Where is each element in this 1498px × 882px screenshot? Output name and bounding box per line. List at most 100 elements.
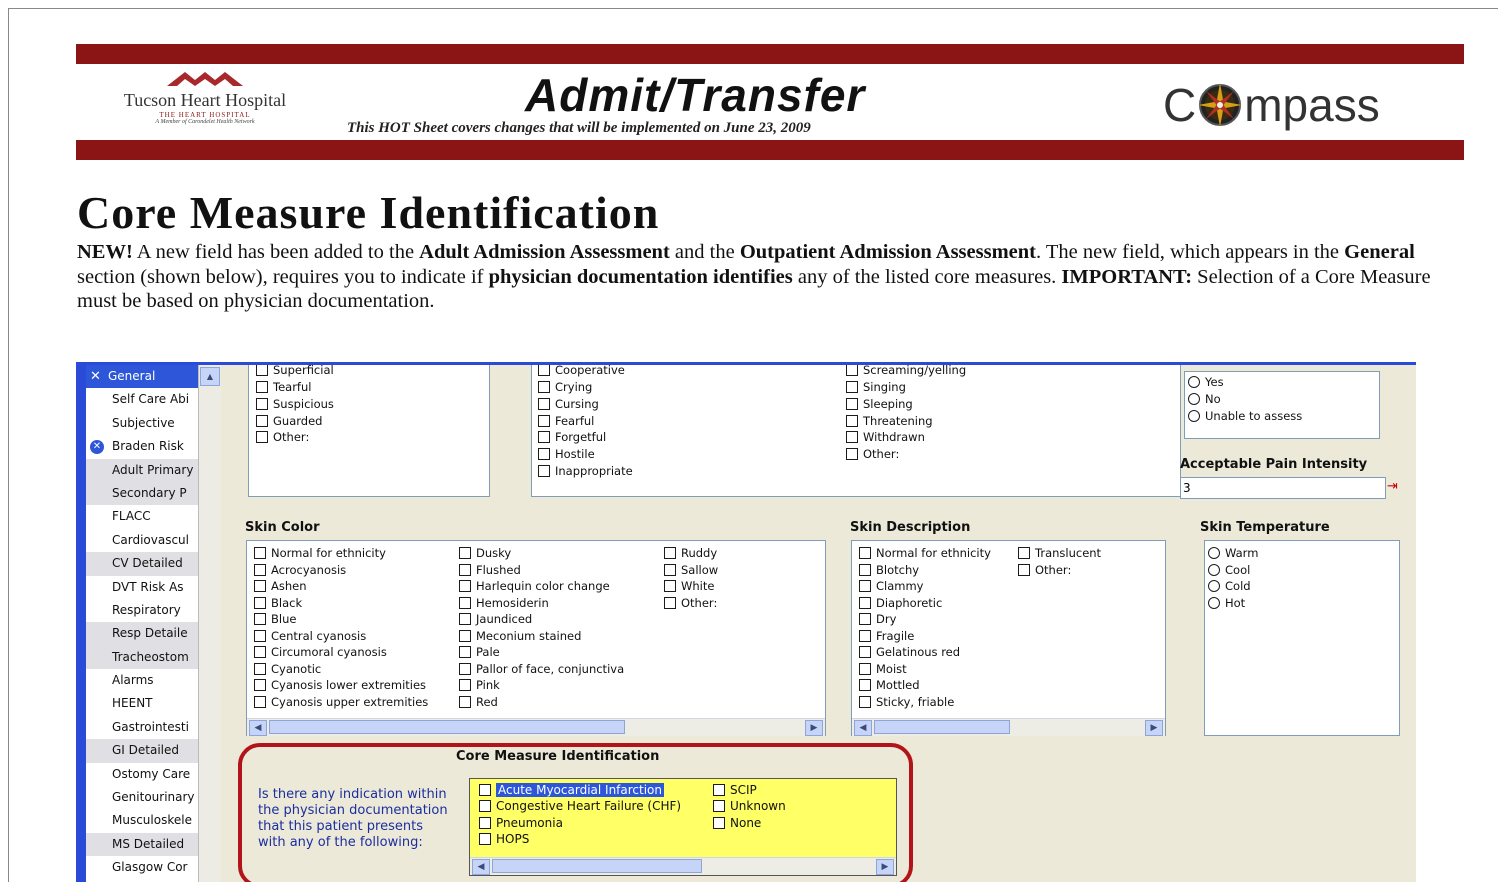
checkbox-option[interactable]: Black	[254, 596, 302, 610]
radio-hot[interactable]: Hot	[1208, 596, 1245, 610]
checkbox-option[interactable]: Pale	[459, 645, 500, 659]
checkbox-option[interactable]: Diaphoretic	[859, 596, 942, 610]
checkbox-option[interactable]: Cursing	[538, 397, 599, 411]
radio-cold[interactable]: Cold	[1208, 579, 1251, 593]
checkbox-option[interactable]: Pallor of face, conjunctiva	[459, 662, 624, 676]
nav-item-gi-detailed[interactable]: GI Detailed	[86, 739, 198, 763]
scroll-thumb[interactable]	[492, 859, 702, 873]
checkbox-unknown[interactable]: Unknown	[713, 799, 786, 813]
checkbox-option[interactable]: Cyanosis lower extremities	[254, 678, 426, 692]
checkbox-option[interactable]: Translucent	[1018, 546, 1101, 560]
checkbox-option[interactable]: Other:	[256, 430, 309, 444]
scroll-up-icon[interactable]: ▲	[200, 367, 220, 386]
nav-item-cv-detailed[interactable]: CV Detailed	[86, 552, 198, 576]
checkbox-option[interactable]: Dusky	[459, 546, 511, 560]
checkbox-option[interactable]: Jaundiced	[459, 612, 532, 626]
checkbox-option[interactable]: Harlequin color change	[459, 579, 610, 593]
lookup-icon[interactable]: ⇥	[1387, 479, 1398, 494]
checkbox-option[interactable]: Normal for ethnicity	[254, 546, 386, 560]
checkbox-option[interactable]: Clammy	[859, 579, 923, 593]
checkbox-option[interactable]: Tearful	[256, 380, 311, 394]
checkbox-option[interactable]: Dry	[859, 612, 896, 626]
radio-cool[interactable]: Cool	[1208, 563, 1250, 577]
checkbox-option[interactable]: Acrocyanosis	[254, 563, 346, 577]
checkbox-option[interactable]: Blue	[254, 612, 296, 626]
radio-warm[interactable]: Warm	[1208, 546, 1258, 560]
scroll-thumb[interactable]	[874, 720, 1010, 734]
checkbox-option[interactable]: Superficial	[256, 365, 334, 377]
nav-item-dvt-risk[interactable]: DVT Risk As	[86, 576, 198, 599]
scroll-right-icon[interactable]: ▶	[876, 859, 894, 875]
scroll-left-icon[interactable]: ◀	[249, 720, 267, 736]
nav-item-heent[interactable]: HEENT	[86, 692, 198, 715]
checkbox-option[interactable]: Moist	[859, 662, 907, 676]
checkbox-option[interactable]: Flushed	[459, 563, 521, 577]
nav-item-cardiovascular[interactable]: Cardiovascul	[86, 529, 198, 552]
nav-item-tracheostomy[interactable]: Tracheostom	[86, 645, 198, 670]
checkbox-option[interactable]: Blotchy	[859, 563, 919, 577]
checkbox-option[interactable]: Sallow	[664, 563, 718, 577]
radio-no[interactable]: No	[1188, 392, 1221, 406]
nav-item-gastrointestinal[interactable]: Gastrointesti	[86, 716, 198, 739]
checkbox-option[interactable]: Cyanotic	[254, 662, 321, 676]
nav-item-resp-detailed[interactable]: Resp Detaile	[86, 622, 198, 646]
checkbox-option[interactable]: Inappropriate	[538, 464, 633, 478]
core-measure-hscroll[interactable]: ◀ ▶	[470, 857, 896, 875]
checkbox-option[interactable]: Sleeping	[846, 397, 913, 411]
checkbox-option[interactable]: Circumoral cyanosis	[254, 645, 387, 659]
scroll-left-icon[interactable]: ◀	[854, 720, 872, 736]
checkbox-option[interactable]: Ruddy	[664, 546, 717, 560]
checkbox-option[interactable]: Other:	[846, 447, 899, 461]
checkbox-option[interactable]: Ashen	[254, 579, 307, 593]
checkbox-none[interactable]: None	[713, 816, 761, 830]
scroll-right-icon[interactable]: ▶	[805, 720, 823, 736]
nav-item-genitourinary[interactable]: Genitourinary	[86, 786, 198, 809]
nav-item-adult-primary[interactable]: Adult Primary	[86, 458, 198, 482]
nav-scrollbar[interactable]: ▲	[198, 365, 221, 882]
checkbox-option[interactable]: Fragile	[859, 629, 914, 643]
nav-item-ostomy-care[interactable]: Ostomy Care	[86, 763, 198, 786]
checkbox-option[interactable]: Other:	[664, 596, 717, 610]
scroll-left-icon[interactable]: ◀	[472, 859, 490, 875]
checkbox-option[interactable]: Gelatinous red	[859, 645, 960, 659]
checkbox-acute-myocardial-infarction[interactable]: Acute Myocardial Infarction	[479, 783, 665, 797]
checkbox-option[interactable]: Other:	[1018, 563, 1071, 577]
checkbox-option[interactable]: Fearful	[538, 414, 594, 428]
checkbox-option[interactable]: Cooperative	[538, 365, 625, 377]
nav-item-general[interactable]: ✕ General	[86, 365, 198, 389]
checkbox-option[interactable]: Sticky, friable	[859, 695, 954, 709]
checkbox-chf[interactable]: Congestive Heart Failure (CHF)	[479, 799, 681, 813]
checkbox-option[interactable]: Threatening	[846, 414, 933, 428]
checkbox-option[interactable]: Hemosiderin	[459, 596, 549, 610]
checkbox-option[interactable]: Forgetful	[538, 430, 606, 444]
nav-item-subjective[interactable]: Subjective	[86, 412, 198, 435]
nav-item-ms-detailed[interactable]: MS Detailed	[86, 832, 198, 857]
checkbox-option[interactable]: Normal for ethnicity	[859, 546, 991, 560]
radio-unable-to-assess[interactable]: Unable to assess	[1188, 409, 1302, 423]
checkbox-option[interactable]: Screaming/yelling	[846, 365, 966, 377]
nav-item-musculoskeletal[interactable]: Musculoskele	[86, 809, 198, 832]
nav-item-respiratory[interactable]: Respiratory	[86, 599, 198, 622]
pain-intensity-input[interactable]: 3	[1180, 477, 1386, 499]
checkbox-option[interactable]: Withdrawn	[846, 430, 925, 444]
checkbox-option[interactable]: Suspicious	[256, 397, 334, 411]
scroll-thumb[interactable]	[269, 720, 625, 734]
checkbox-option[interactable]: Central cyanosis	[254, 629, 366, 643]
checkbox-option[interactable]: Hostile	[538, 447, 595, 461]
nav-item-braden-risk[interactable]: ✕ Braden Risk	[86, 435, 198, 458]
nav-item-glasgow[interactable]: Glasgow Cor	[86, 856, 198, 879]
nav-item-flacc[interactable]: FLACC	[86, 505, 198, 528]
checkbox-option[interactable]: White	[664, 579, 714, 593]
checkbox-option[interactable]: Pink	[459, 678, 500, 692]
checkbox-option[interactable]: Mottled	[859, 678, 920, 692]
skin-description-hscroll[interactable]: ◀ ▶	[852, 718, 1165, 736]
scroll-right-icon[interactable]: ▶	[1145, 720, 1163, 736]
nav-item-secondary[interactable]: Secondary P	[86, 481, 198, 506]
nav-item-self-care[interactable]: Self Care Abi	[86, 388, 198, 411]
checkbox-pneumonia[interactable]: Pneumonia	[479, 816, 563, 830]
checkbox-hops[interactable]: HOPS	[479, 832, 529, 846]
skin-color-hscroll[interactable]: ◀ ▶	[247, 718, 825, 736]
checkbox-scip[interactable]: SCIP	[713, 783, 757, 797]
checkbox-option[interactable]: Meconium stained	[459, 629, 581, 643]
nav-item-alarms[interactable]: Alarms	[86, 669, 198, 692]
